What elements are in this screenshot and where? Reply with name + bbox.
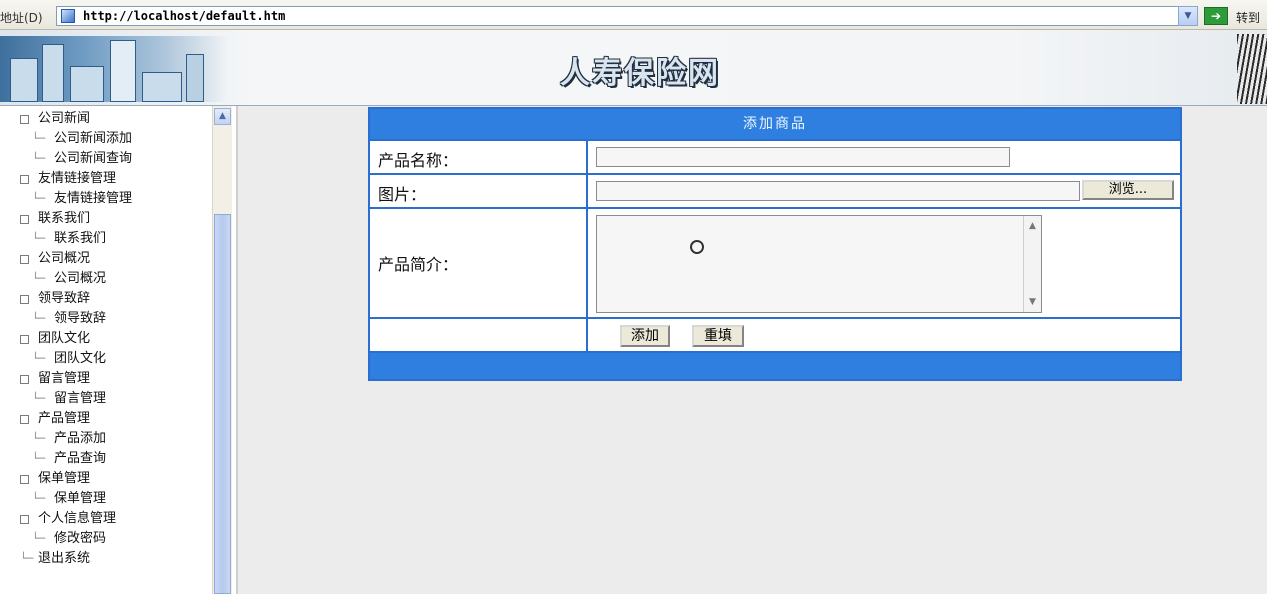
nav-tree: 公司新闻公司新闻添加公司新闻查询友情链接管理友情链接管理联系我们联系我们公司概况… — [18, 109, 208, 569]
sidebar-item[interactable]: 公司概况 — [18, 249, 208, 269]
image-label: 图片： — [378, 185, 427, 204]
sidebar-item[interactable]: 产品查询 — [18, 449, 208, 469]
chevron-down-icon[interactable]: ▼ — [1178, 6, 1198, 26]
sidebar-item[interactable]: 退出系统 — [18, 549, 208, 569]
sidebar-nav: 公司新闻公司新闻添加公司新闻查询友情链接管理友情链接管理联系我们联系我们公司概况… — [0, 106, 238, 594]
row-description: 产品简介： ▲ ▼ — [370, 207, 1180, 317]
url-text: http://localhost/default.htm — [83, 9, 286, 23]
sidebar-item[interactable]: 团队文化 — [18, 349, 208, 369]
address-label: 地址(D) — [0, 11, 43, 25]
scroll-up-icon[interactable]: ▲ — [214, 108, 231, 125]
sidebar-item[interactable]: 公司新闻查询 — [18, 149, 208, 169]
image-path-input[interactable] — [596, 181, 1080, 201]
row-image: 图片： 浏览... — [370, 173, 1180, 207]
sidebar-item[interactable]: 产品添加 — [18, 429, 208, 449]
banner-decoration — [1237, 34, 1267, 104]
sidebar-item[interactable]: 领导致辞 — [18, 289, 208, 309]
scroll-up-icon[interactable]: ▲ — [1024, 218, 1041, 234]
row-product-name: 产品名称： — [370, 139, 1180, 173]
add-button[interactable]: 添加 — [620, 325, 670, 347]
sidebar-item[interactable]: 产品管理 — [18, 409, 208, 429]
site-banner: 人寿保险网 — [0, 30, 1267, 106]
sidebar-scrollbar[interactable]: ▲ — [212, 106, 232, 594]
row-actions: 添加 重填 — [370, 317, 1180, 351]
sidebar-item[interactable]: 友情链接管理 — [18, 189, 208, 209]
sidebar-item[interactable]: 保单管理 — [18, 489, 208, 509]
scroll-thumb[interactable] — [214, 214, 231, 594]
site-title: 人寿保险网 — [560, 56, 720, 91]
sidebar-item[interactable]: 联系我们 — [18, 229, 208, 249]
sidebar-item[interactable]: 公司新闻添加 — [18, 129, 208, 149]
description-label: 产品简介： — [378, 255, 459, 274]
page-icon — [61, 9, 75, 23]
sidebar-item[interactable]: 公司新闻 — [18, 109, 208, 129]
sidebar-item[interactable]: 留言管理 — [18, 389, 208, 409]
sidebar-item[interactable]: 公司概况 — [18, 269, 208, 289]
product-name-input[interactable] — [596, 147, 1010, 167]
product-name-label: 产品名称： — [378, 151, 459, 170]
reset-button[interactable]: 重填 — [692, 325, 744, 347]
browse-button[interactable]: 浏览... — [1082, 180, 1174, 200]
textarea-scrollbar[interactable]: ▲ ▼ — [1023, 216, 1041, 312]
skyline-image — [0, 36, 228, 102]
arrow-right-icon[interactable]: ➔ — [1204, 7, 1228, 25]
sidebar-item[interactable]: 友情链接管理 — [18, 169, 208, 189]
description-textarea[interactable]: ▲ ▼ — [596, 215, 1042, 313]
address-bar: 地址(D) http://localhost/default.htm ▼ ➔ 转… — [0, 0, 1267, 30]
form-footer-bar — [370, 351, 1180, 379]
sidebar-item[interactable]: 修改密码 — [18, 529, 208, 549]
go-button-label[interactable]: 转到 — [1236, 9, 1260, 26]
sidebar-item[interactable]: 领导致辞 — [18, 309, 208, 329]
add-product-form: 添加商品 产品名称： 图片： 浏览... 产品简介： ▲ ▼ 添加 重填 — [368, 107, 1182, 381]
sidebar-item[interactable]: 联系我们 — [18, 209, 208, 229]
sidebar-item[interactable]: 个人信息管理 — [18, 509, 208, 529]
form-title: 添加商品 — [370, 109, 1180, 139]
sidebar-item[interactable]: 团队文化 — [18, 329, 208, 349]
sidebar-item[interactable]: 保单管理 — [18, 469, 208, 489]
sidebar-item[interactable]: 留言管理 — [18, 369, 208, 389]
url-field[interactable]: http://localhost/default.htm — [56, 6, 1198, 26]
scroll-down-icon[interactable]: ▼ — [1024, 294, 1041, 310]
